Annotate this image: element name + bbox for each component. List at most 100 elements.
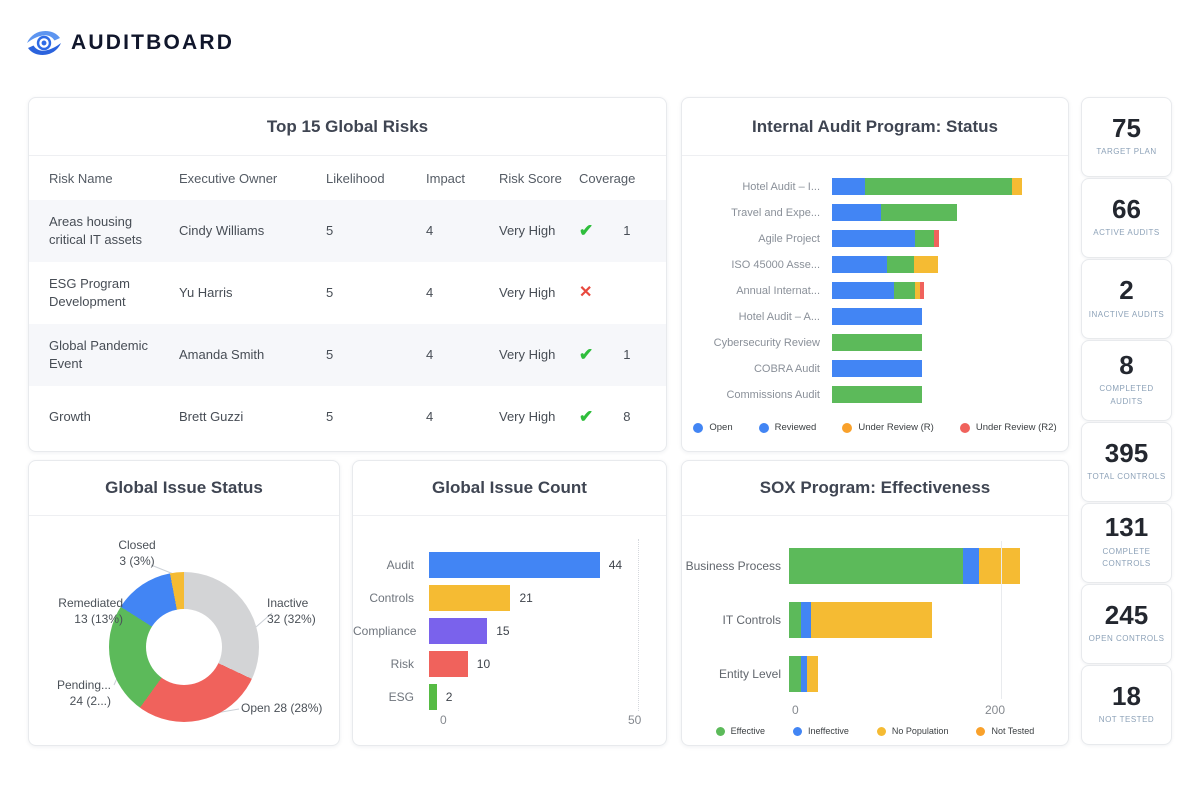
bar-segment[interactable] [832,308,922,325]
legend-item[interactable]: Reviewed [759,422,817,433]
legend-item[interactable]: No Population [877,726,949,736]
column-header[interactable]: Executive Owner [179,171,326,186]
bar-segment[interactable] [789,656,801,692]
chart-row: Risk10 [353,651,666,677]
bar-track [832,230,939,247]
chart-row: Entity Level [682,656,1068,692]
table-row[interactable]: ESG Program DevelopmentYu Harris54Very H… [29,262,666,324]
kpi-card[interactable]: 66 ACTIVE AUDITS [1081,178,1172,258]
table-cell: 4 [426,284,499,302]
bar-segment[interactable] [832,282,894,299]
bar-segment[interactable] [894,282,915,299]
bar-segment[interactable] [429,651,468,677]
bar-segment[interactable] [429,552,600,578]
legend-dot [877,727,886,736]
bar-segment[interactable] [429,618,487,644]
table-cell: Brett Guzzi [179,408,326,426]
kpi-label: TARGET PLAN [1096,146,1156,159]
audit-status-rows: Hotel Audit – I...Travel and Expe...Agil… [682,178,1068,412]
legend-item[interactable]: Under Review (R2) [960,422,1057,433]
table-row[interactable]: Areas housing critical IT assetsCindy Wi… [29,200,666,262]
bar-segment[interactable] [789,602,801,638]
column-header[interactable]: Impact [426,171,499,186]
bar-segment[interactable] [979,548,1020,584]
kpi-value: 66 [1112,196,1141,223]
bar-segment[interactable] [963,548,978,584]
kpi-label: TOTAL CONTROLS [1087,471,1165,484]
legend-label: Ineffective [808,726,849,736]
bar-segment[interactable] [811,602,933,638]
table-cell: 5 [326,346,426,364]
donut-label-inactive: Inactive 32 (32%) [267,595,316,627]
value-label: 10 [477,657,490,671]
category-label: Controls [353,591,429,605]
category-label: Audit [353,558,429,572]
kpi-card[interactable]: 75TARGET PLAN [1081,97,1172,177]
chart-row: Annual Internat... [682,282,1068,299]
bar-track [832,204,957,221]
table-cell: Yu Harris [179,284,326,302]
issue-status-card: Global Issue Status Closed 3 (3%) Inacti… [28,460,340,746]
legend-item[interactable]: Open [693,422,732,433]
kpi-value: 18 [1112,683,1141,710]
legend-item[interactable]: Ineffective [793,726,849,736]
column-header[interactable]: Coverage [579,171,666,186]
kpi-card[interactable]: 18NOT TESTED [1081,665,1172,745]
kpi-card[interactable]: 8COMPLETED AUDITS [1081,340,1172,420]
bar-segment[interactable] [865,178,1011,195]
donut-label-pending: Pending... 24 (2...) [29,677,111,709]
bar-segment[interactable] [920,282,925,299]
kpi-card[interactable]: 131COMPLETE CONTROLS [1081,503,1172,583]
issue-count-rows: Audit44Controls21Compliance15Risk10ESG2 [353,552,666,717]
bar-segment[interactable] [914,256,938,273]
coverage-check-icon: ✔ [579,406,593,429]
table-cell: 4 [426,346,499,364]
bar-track [832,256,938,273]
kpi-label: ACTIVE AUDITS [1093,227,1160,240]
column-header[interactable]: Risk Score [499,171,579,186]
bar-segment[interactable] [832,334,922,351]
chart-row: COBRA Audit [682,360,1068,377]
bar-segment[interactable] [1012,178,1022,195]
kpi-card[interactable]: 395TOTAL CONTROLS [1081,422,1172,502]
bar-segment[interactable] [801,602,810,638]
bar-track [832,386,922,403]
bar-segment[interactable] [915,230,934,247]
bar-segment[interactable] [832,256,887,273]
bar-track [832,334,922,351]
legend-dot [759,423,769,433]
column-header[interactable]: Likelihood [326,171,426,186]
x-axis-tick: 0 [440,713,447,727]
legend-dot [793,727,802,736]
table-row[interactable]: GrowthBrett Guzzi54Very High✔8 [29,386,666,448]
category-label: Hotel Audit – A... [682,311,832,323]
bar-segment[interactable] [429,684,437,710]
bar-segment[interactable] [887,256,914,273]
kpi-column: 75TARGET PLAN 66 ACTIVE AUDITS 2INACTIVE AU… [1081,97,1172,745]
legend-item[interactable]: Under Review (R) [842,422,934,433]
bar-segment[interactable] [429,585,510,611]
bar-segment[interactable] [789,548,963,584]
bar-segment[interactable] [832,360,922,377]
bar-segment[interactable] [832,204,881,221]
category-label: Annual Internat... [682,285,832,297]
table-row[interactable]: Global Pandemic EventAmanda Smith54Very … [29,324,666,386]
category-label: IT Controls [682,613,789,627]
table-cell: Cindy Williams [179,222,326,240]
category-label: Commissions Audit [682,389,832,401]
bar-segment[interactable] [934,230,939,247]
legend-label: Under Review (R2) [976,422,1057,433]
bar-segment[interactable] [881,204,956,221]
bar-segment[interactable] [807,656,817,692]
legend-label: Reviewed [775,422,817,433]
bar-segment[interactable] [832,178,865,195]
kpi-value: 245 [1105,602,1148,629]
legend-item[interactable]: Not Tested [976,726,1034,736]
bar-segment[interactable] [832,230,915,247]
bar-segment[interactable] [832,386,922,403]
column-header[interactable]: Risk Name [49,171,179,186]
kpi-card[interactable]: 2INACTIVE AUDITS [1081,259,1172,339]
kpi-card[interactable]: 245OPEN CONTROLS [1081,584,1172,664]
legend-item[interactable]: Effective [716,726,765,736]
risk-table-card: Top 15 Global Risks Risk Name Executive … [28,97,667,452]
